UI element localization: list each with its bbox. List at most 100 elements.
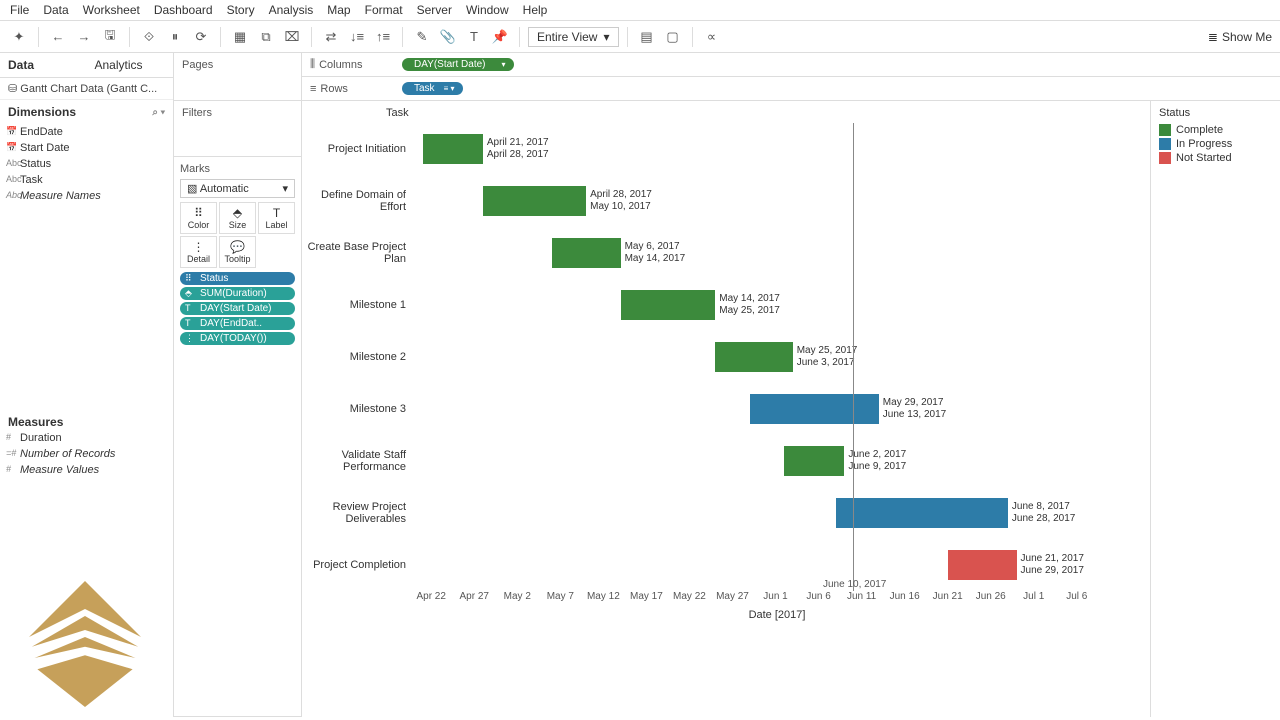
x-tick: May 22	[673, 591, 706, 602]
refresh-icon[interactable]: ⟳	[190, 26, 212, 48]
columns-pill[interactable]: DAY(Start Date)▾	[402, 58, 514, 71]
swap-icon[interactable]: ⇄	[320, 26, 342, 48]
field-type-icon: #	[6, 432, 11, 442]
columns-shelf[interactable]: ⫼Columns DAY(Start Date)▾	[302, 53, 1280, 77]
tab-analytics[interactable]: Analytics	[87, 53, 174, 77]
bar-date-label: May 29, 2017June 13, 2017	[883, 397, 946, 421]
new-sheet-icon[interactable]: ▦	[229, 26, 251, 48]
menu-story[interactable]: Story	[227, 3, 255, 17]
field-type-icon: 📅	[6, 126, 17, 137]
share-icon[interactable]: ∝	[701, 26, 723, 48]
search-icon[interactable]: ⌕ ▾	[152, 107, 165, 118]
pill-icon: ⬘	[185, 288, 192, 299]
marks-card: Marks ▧ Automatic ▾ ⠿Color⬘SizeTLabel⋮De…	[174, 157, 301, 717]
group-icon[interactable]: 📎	[437, 26, 459, 48]
gantt-bar[interactable]	[552, 238, 621, 268]
menubar: File Data Worksheet Dashboard Story Analysis M…	[0, 0, 1280, 21]
gantt-bar[interactable]	[483, 186, 586, 216]
filters-shelf[interactable]: Filters	[182, 107, 293, 119]
menu-data[interactable]: Data	[43, 3, 68, 17]
gantt-bar[interactable]	[621, 290, 716, 320]
field-status[interactable]: AbcStatus	[0, 156, 173, 172]
bar-date-label: June 21, 2017June 29, 2017	[1021, 553, 1084, 577]
field-type-icon: Abc	[6, 174, 22, 184]
field-type-icon: 📅	[6, 142, 17, 153]
chart-area[interactable]: Task Project InitiationApril 21, 2017Apr…	[302, 101, 1150, 717]
mark-pill-status[interactable]: ⠿Status	[180, 272, 295, 285]
pin-icon[interactable]: 📌	[489, 26, 511, 48]
menu-file[interactable]: File	[10, 3, 29, 17]
label-icon[interactable]: T	[463, 26, 485, 48]
field-duration[interactable]: #Duration	[0, 430, 174, 446]
task-label: Milestone 3	[302, 403, 414, 415]
legend-item-in-progress[interactable]: In Progress	[1159, 137, 1272, 151]
field-measure-values[interactable]: #Measure Values	[0, 462, 174, 478]
tab-data[interactable]: Data	[0, 53, 87, 77]
watermark-logo-icon	[10, 574, 160, 714]
legend-item-complete[interactable]: Complete	[1159, 123, 1272, 137]
gantt-bar[interactable]	[715, 342, 792, 372]
marks-detail-icon: ⋮	[181, 240, 216, 254]
bar-date-label: May 25, 2017June 3, 2017	[797, 345, 858, 369]
rows-pill[interactable]: Task≡ ▾	[402, 82, 463, 95]
marks-color[interactable]: ⠿Color	[180, 202, 217, 234]
tableau-logo-icon[interactable]: ✦	[8, 26, 30, 48]
rows-icon: ≡	[310, 83, 316, 95]
gantt-bar[interactable]	[836, 498, 1008, 528]
pages-shelf[interactable]: Pages	[182, 59, 293, 71]
mark-pill-daystartdate[interactable]: TDAY(Start Date)	[180, 302, 295, 315]
field-number-of-records[interactable]: =#Number of Records	[0, 446, 174, 462]
field-task[interactable]: AbcTask	[0, 172, 173, 188]
gantt-bar[interactable]	[784, 446, 844, 476]
mark-pill-daytoday[interactable]: ⋮DAY(TODAY())	[180, 332, 295, 345]
save-icon[interactable]: 🖫	[99, 26, 121, 48]
mark-pill-dayenddat[interactable]: TDAY(EndDat..	[180, 317, 295, 330]
marks-detail[interactable]: ⋮Detail	[180, 236, 217, 268]
field-type-icon: Abc	[6, 190, 22, 200]
menu-map[interactable]: Map	[327, 3, 350, 17]
x-tick: Jun 11	[847, 591, 876, 602]
marks-tooltip-icon: 💬	[220, 240, 255, 254]
highlight-icon[interactable]: ✎	[411, 26, 433, 48]
menu-help[interactable]: Help	[523, 3, 548, 17]
gantt-bar[interactable]	[423, 134, 483, 164]
shelves-pane: Pages Filters Marks ▧ Automatic ▾ ⠿Color…	[174, 53, 302, 717]
duplicate-icon[interactable]: ⧉	[255, 26, 277, 48]
field-start-date[interactable]: 📅Start Date	[0, 140, 173, 156]
legend-item-not-started[interactable]: Not Started	[1159, 151, 1272, 165]
data-source[interactable]: ⛁ Gantt Chart Data (Gantt C...	[0, 78, 173, 100]
sort-desc-icon[interactable]: ↑≡	[372, 26, 394, 48]
show-me-button[interactable]: ≣ Show Me	[1208, 30, 1272, 44]
menu-format[interactable]: Format	[365, 3, 403, 17]
legend-title: Status	[1159, 107, 1272, 119]
marks-tooltip[interactable]: 💬Tooltip	[219, 236, 256, 268]
menu-worksheet[interactable]: Worksheet	[83, 3, 140, 17]
new-data-icon[interactable]: ⟐	[138, 26, 160, 48]
fit-dropdown[interactable]: Entire View ▾	[528, 27, 619, 47]
workspace: ⫼Columns DAY(Start Date)▾ ≡Rows Task≡ ▾ …	[302, 53, 1280, 717]
menu-analysis[interactable]: Analysis	[269, 3, 314, 17]
marks-color-icon: ⠿	[181, 206, 216, 220]
mark-pill-sumduration[interactable]: ⬘SUM(Duration)	[180, 287, 295, 300]
presentation-icon[interactable]: ▢	[662, 26, 684, 48]
back-icon[interactable]: ←	[47, 26, 69, 48]
pill-icon: T	[185, 303, 191, 313]
marks-type-dropdown[interactable]: ▧ Automatic ▾	[180, 179, 295, 198]
x-tick: Jun 26	[976, 591, 1006, 602]
rows-shelf[interactable]: ≡Rows Task≡ ▾	[302, 77, 1280, 101]
gantt-bar[interactable]	[948, 550, 1017, 580]
menu-dashboard[interactable]: Dashboard	[154, 3, 213, 17]
field-enddate[interactable]: 📅EndDate	[0, 124, 173, 140]
forward-icon[interactable]: →	[73, 26, 95, 48]
pause-icon[interactable]: ⏸	[164, 26, 186, 48]
menu-window[interactable]: Window	[466, 3, 509, 17]
marks-size[interactable]: ⬘Size	[219, 202, 256, 234]
menu-server[interactable]: Server	[417, 3, 452, 17]
marks-label[interactable]: TLabel	[258, 202, 295, 234]
task-label: Review Project Deliverables	[302, 501, 414, 525]
sort-asc-icon[interactable]: ↓≡	[346, 26, 368, 48]
gantt-bar[interactable]	[750, 394, 879, 424]
show-cards-icon[interactable]: ▤	[636, 26, 658, 48]
clear-icon[interactable]: ⌧	[281, 26, 303, 48]
field-measure-names[interactable]: AbcMeasure Names	[0, 188, 173, 204]
